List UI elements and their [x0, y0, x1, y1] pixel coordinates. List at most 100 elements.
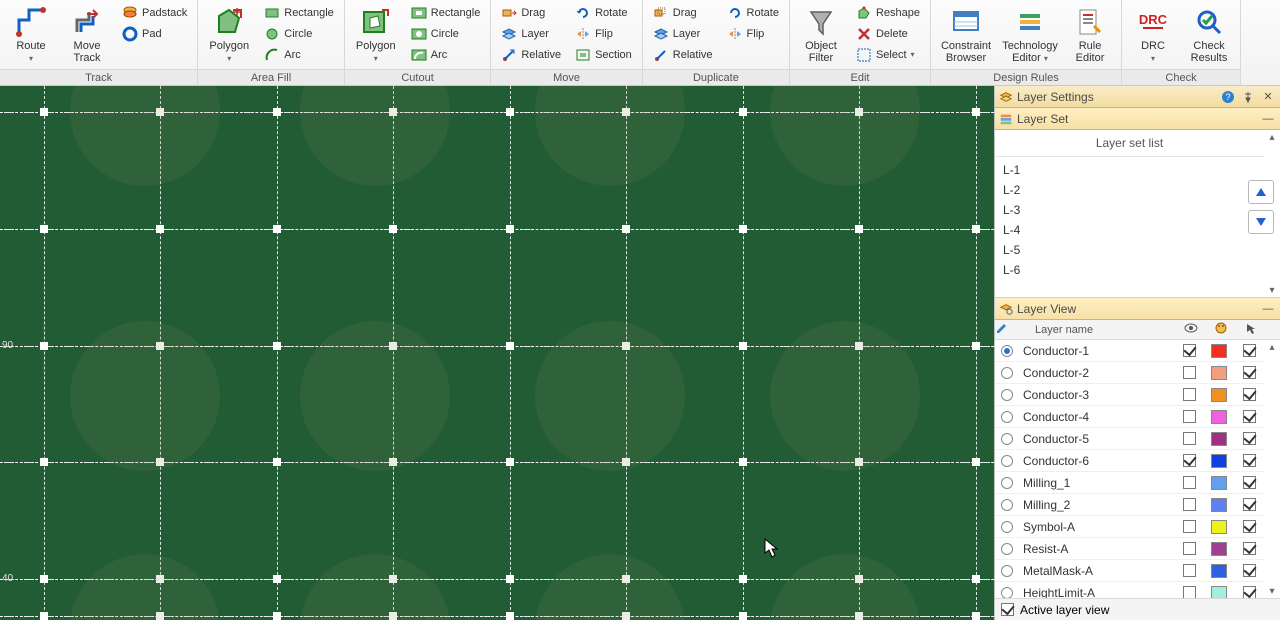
check-results-button[interactable]: Check Results	[1184, 2, 1234, 66]
layer-color-swatch[interactable]	[1211, 564, 1227, 578]
cutout-arc-button[interactable]: Arc	[407, 44, 485, 65]
dup-drag-button[interactable]: Drag	[649, 2, 717, 23]
layer-visible-checkbox[interactable]	[1183, 476, 1196, 489]
layer-active-radio[interactable]	[1001, 433, 1013, 445]
layer-color-swatch[interactable]	[1211, 454, 1227, 468]
dup-layer-button[interactable]: Layer	[649, 23, 717, 44]
layer-selectable-checkbox[interactable]	[1243, 476, 1256, 489]
layer-visible-checkbox[interactable]	[1183, 498, 1196, 511]
padstack-button[interactable]: Padstack	[118, 2, 191, 23]
move-flip-button[interactable]: Flip	[571, 23, 636, 44]
move-relative-button[interactable]: Relative	[497, 44, 565, 65]
layer-set-item[interactable]: L-3	[995, 200, 1224, 220]
layer-color-swatch[interactable]	[1211, 388, 1227, 402]
move-up-button[interactable]	[1248, 180, 1274, 204]
layer-selectable-checkbox[interactable]	[1243, 564, 1256, 577]
move-track-button[interactable]: Move Track	[62, 2, 112, 66]
layer-row[interactable]: Conductor-1	[995, 340, 1264, 362]
cutout-circle-button[interactable]: Circle	[407, 23, 485, 44]
layer-active-radio[interactable]	[1001, 543, 1013, 555]
select-button[interactable]: Select ▾	[852, 44, 924, 65]
move-rotate-button[interactable]: Rotate	[571, 2, 636, 23]
move-drag-button[interactable]: Drag	[497, 2, 565, 23]
layer-row[interactable]: Milling_1	[995, 472, 1264, 494]
pcb-canvas[interactable]: 9040	[0, 86, 994, 620]
reshape-button[interactable]: Reshape	[852, 2, 924, 23]
layer-active-radio[interactable]	[1001, 587, 1013, 599]
layer-color-swatch[interactable]	[1211, 520, 1227, 534]
layer-view-rows[interactable]: Conductor-1Conductor-2Conductor-3Conduct…	[995, 340, 1264, 598]
layer-active-radio[interactable]	[1001, 345, 1013, 357]
close-panel-button[interactable]: ✕	[1260, 89, 1276, 105]
layer-row[interactable]: Resist-A	[995, 538, 1264, 560]
layer-selectable-checkbox[interactable]	[1243, 388, 1256, 401]
layer-selectable-checkbox[interactable]	[1243, 498, 1256, 511]
layer-row[interactable]: MetalMask-A	[995, 560, 1264, 582]
layer-color-swatch[interactable]	[1211, 542, 1227, 556]
scroll-up-icon[interactable]: ▴	[1265, 340, 1279, 354]
layer-set-item[interactable]: L-6	[995, 260, 1224, 280]
cutout-polygon-button[interactable]: Polygon▾	[351, 2, 401, 66]
layer-set-item[interactable]: L-2	[995, 180, 1224, 200]
layer-color-swatch[interactable]	[1211, 344, 1227, 358]
areafill-polygon-button[interactable]: Polygon▾	[204, 2, 254, 66]
layer-set-item[interactable]: L-1	[995, 160, 1224, 180]
layer-visible-checkbox[interactable]	[1183, 454, 1196, 467]
layer-color-swatch[interactable]	[1211, 432, 1227, 446]
layer-active-radio[interactable]	[1001, 499, 1013, 511]
areafill-rectangle-button[interactable]: Rectangle	[260, 2, 338, 23]
layer-selectable-checkbox[interactable]	[1243, 586, 1256, 598]
dup-flip-button[interactable]: Flip	[723, 23, 783, 44]
layer-color-swatch[interactable]	[1211, 476, 1227, 490]
layer-color-swatch[interactable]	[1211, 498, 1227, 512]
layer-row[interactable]: Conductor-6	[995, 450, 1264, 472]
areafill-circle-button[interactable]: Circle	[260, 23, 338, 44]
layer-active-radio[interactable]	[1001, 411, 1013, 423]
scroll-down-icon[interactable]: ▾	[1265, 283, 1279, 297]
scroll-down-icon[interactable]: ▾	[1265, 584, 1279, 598]
layer-active-radio[interactable]	[1001, 455, 1013, 467]
layer-selectable-checkbox[interactable]	[1243, 542, 1256, 555]
move-layer-button[interactable]: Layer	[497, 23, 565, 44]
collapse-layerset-button[interactable]: —	[1260, 111, 1276, 127]
layer-selectable-checkbox[interactable]	[1243, 454, 1256, 467]
layer-row[interactable]: Conductor-2	[995, 362, 1264, 384]
layer-selectable-checkbox[interactable]	[1243, 410, 1256, 423]
collapse-layerview-button[interactable]: —	[1260, 301, 1276, 317]
layer-row[interactable]: Conductor-4	[995, 406, 1264, 428]
layer-selectable-checkbox[interactable]	[1243, 520, 1256, 533]
layer-active-radio[interactable]	[1001, 477, 1013, 489]
layer-color-swatch[interactable]	[1211, 366, 1227, 380]
pad-button[interactable]: Pad	[118, 23, 191, 44]
scroll-up-icon[interactable]: ▴	[1265, 130, 1279, 144]
layer-active-radio[interactable]	[1001, 565, 1013, 577]
layer-row[interactable]: HeightLimit-A	[995, 582, 1264, 598]
layer-set-item[interactable]: L-5	[995, 240, 1224, 260]
layer-selectable-checkbox[interactable]	[1243, 366, 1256, 379]
drc-button[interactable]: DRC DRC▾	[1128, 2, 1178, 66]
route-button[interactable]: Route▾	[6, 2, 56, 66]
layer-set-list[interactable]: L-1L-2L-3L-4L-5L-6	[995, 160, 1224, 297]
layer-row[interactable]: Conductor-5	[995, 428, 1264, 450]
layerview-scrollbar[interactable]: ▴ ▾	[1264, 340, 1280, 598]
move-down-button[interactable]	[1248, 210, 1274, 234]
technology-editor-button[interactable]: Technology Editor ▾	[1001, 2, 1059, 66]
layer-visible-checkbox[interactable]	[1183, 410, 1196, 423]
object-filter-button[interactable]: Object Filter	[796, 2, 846, 66]
delete-button[interactable]: Delete	[852, 23, 924, 44]
pin-button[interactable]	[1240, 89, 1256, 105]
layer-row[interactable]: Conductor-3	[995, 384, 1264, 406]
layer-set-header[interactable]: Layer Set —	[995, 108, 1280, 130]
rule-editor-button[interactable]: Rule Editor	[1065, 2, 1115, 66]
layer-set-item[interactable]: L-4	[995, 220, 1224, 240]
layer-active-radio[interactable]	[1001, 367, 1013, 379]
help-button[interactable]: ?	[1220, 89, 1236, 105]
layer-visible-checkbox[interactable]	[1183, 586, 1196, 598]
layer-active-radio[interactable]	[1001, 521, 1013, 533]
layer-color-swatch[interactable]	[1211, 410, 1227, 424]
cutout-rectangle-button[interactable]: Rectangle	[407, 2, 485, 23]
layer-active-radio[interactable]	[1001, 389, 1013, 401]
layer-visible-checkbox[interactable]	[1183, 520, 1196, 533]
layer-visible-checkbox[interactable]	[1183, 564, 1196, 577]
areafill-arc-button[interactable]: Arc	[260, 44, 338, 65]
